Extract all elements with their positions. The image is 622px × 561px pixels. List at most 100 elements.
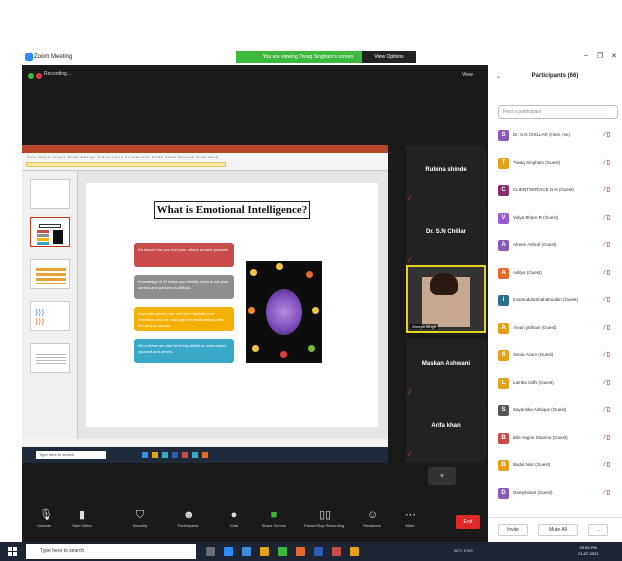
mic-muted-icon[interactable]: ⁄ ▯ <box>604 269 610 276</box>
participant-row[interactable]: S Sania Azam (Guest) ⁄ ▯ <box>498 349 622 363</box>
invite-button[interactable]: Invite <box>498 524 528 536</box>
slide-thumbnail[interactable] <box>30 217 70 247</box>
powerpoint-icon[interactable] <box>332 547 341 556</box>
mic-muted-icon[interactable]: ⁄ ▯ <box>604 241 610 248</box>
system-tray[interactable]: 28°C ENG <box>454 548 473 553</box>
slide-title: What is Emotional Intelligence? <box>154 201 310 219</box>
app-icon[interactable] <box>278 547 287 556</box>
participant-row[interactable]: S Dr. S.N CHILLAR (Host, me) ⁄ ▯ <box>498 129 622 143</box>
participant-row[interactable]: A Afreen Ashraf (Guest) ⁄ ▯ <box>498 239 622 253</box>
chat-button[interactable]: ● Chat <box>214 503 254 529</box>
view-button[interactable]: View <box>462 72 473 78</box>
edge-icon[interactable] <box>242 547 251 556</box>
taskbar-clock[interactable]: 03:54 PM 21-07-2021 <box>578 545 598 557</box>
people-icon: ☻ <box>183 509 195 521</box>
mic-muted-icon[interactable]: ⁄ ▯ <box>604 159 610 166</box>
ppt-notification-bar <box>26 162 226 167</box>
mic-muted-icon[interactable]: ⁄ ▯ <box>604 186 610 193</box>
ppt-ribbon: File Home Insert Draw Design Transitions… <box>22 153 388 171</box>
ppt-titlebar <box>22 145 388 153</box>
more-icon: ⋯ <box>405 509 416 521</box>
shield-icon: ⛉ <box>135 509 145 521</box>
mic-muted-icon[interactable]: ⁄ ▯ <box>604 131 610 138</box>
reactions-button[interactable]: ☺ Reactions <box>352 503 392 529</box>
participant-row[interactable]: B Badal Nair (Guest) ⁄ ▯ <box>498 459 622 473</box>
participant-name: Lamba nidhi (Guest) <box>513 379 554 385</box>
participant-name: Aman jaithani (Guest) <box>513 324 557 330</box>
word-icon[interactable] <box>314 547 323 556</box>
video-tile[interactable]: Maskan Ashwani ⁄ <box>406 339 486 401</box>
panel-header: ⌄ Participants (66) <box>488 65 622 87</box>
recording-button[interactable]: ▯▯ Pause/Stop Recording <box>304 503 344 529</box>
start-video-button[interactable]: ▮ Start Video <box>62 503 102 529</box>
share-icon: ■ <box>270 509 278 521</box>
participants-button[interactable]: ☻ Participants <box>168 503 208 529</box>
slide-thumbnail[interactable] <box>30 343 70 373</box>
avatar: B <box>498 460 509 471</box>
minimize-button[interactable]: – <box>580 52 592 59</box>
video-tile-active[interactable]: Shreya Singh <box>406 265 486 333</box>
app-icon[interactable] <box>296 547 305 556</box>
mic-muted-icon[interactable]: ⁄ ▯ <box>604 379 610 386</box>
mic-muted-icon[interactable]: ⁄ ▯ <box>604 461 610 468</box>
chat-icon: ● <box>230 509 238 521</box>
video-tile[interactable]: Dr. S.N Chillar ⁄ <box>406 207 486 269</box>
participant-row[interactable]: A Aditya (Guest) ⁄ ▯ <box>498 267 622 281</box>
slide-thumbnail[interactable]: ⟩⟩⟩ ⟩⟩⟩ <box>30 301 70 331</box>
avatar: A <box>498 267 509 279</box>
recording-status[interactable]: Recording... <box>44 71 71 77</box>
mic-muted-icon[interactable]: ⁄ ▯ <box>604 214 610 221</box>
share-screen-button[interactable]: ■ Share Screen <box>254 503 294 529</box>
participant-row[interactable]: A Aman jaithani (Guest) ⁄ ▯ <box>498 322 622 336</box>
windows-start-icon[interactable] <box>8 547 17 556</box>
current-slide: What is Emotional Intelligence? It's abo… <box>86 183 378 427</box>
mic-muted-icon[interactable]: ⁄ ▯ <box>604 324 610 331</box>
mic-muted-icon[interactable]: ⁄ ▯ <box>604 351 610 358</box>
slide-thumbnail[interactable] <box>30 179 70 209</box>
mute-all-button[interactable]: Mute All <box>538 524 578 536</box>
avatar: A <box>498 240 509 251</box>
task-view-icon[interactable] <box>206 547 215 556</box>
more-options-button[interactable]: ... <box>588 524 608 536</box>
end-meeting-button[interactable]: End <box>456 515 480 529</box>
participant-row[interactable]: L Lamba nidhi (Guest) ⁄ ▯ <box>498 377 622 391</box>
participant-row[interactable]: C CLIENTSERVICE N N (Guest) ⁄ ▯ <box>498 184 622 198</box>
participant-row[interactable]: B Bibi Yagna Sharma (Guest) ⁄ ▯ <box>498 432 622 446</box>
participant-row[interactable]: D Damphearti (Guest) ⁄ ▯ <box>498 487 622 501</box>
window-title: Zoom Meeting <box>34 54 73 60</box>
slide-box: All of these are part of being skillful … <box>134 339 234 363</box>
avatar: S <box>498 350 509 361</box>
collapse-icon[interactable]: ⌄ <box>496 73 501 80</box>
more-button[interactable]: ⋯ More <box>390 503 430 529</box>
file-explorer-icon[interactable] <box>260 547 269 556</box>
mic-muted-icon[interactable]: ⁄ ▯ <box>604 434 610 441</box>
unmute-button[interactable]: 🎙 Unmute <box>24 503 64 529</box>
participant-name: Dr. S.N CHILLAR (Host, me) <box>513 132 571 137</box>
mic-muted-icon[interactable]: ⁄ ▯ <box>604 296 610 303</box>
zoom-app-icon[interactable] <box>224 547 233 556</box>
participant-row[interactable]: T Tiwaq Singham (Guest) ⁄ ▯ <box>498 157 622 171</box>
mic-muted-icon[interactable]: ⁄ ▯ <box>604 406 610 413</box>
chevron-down-icon[interactable]: ▾ <box>428 467 456 485</box>
security-button[interactable]: ⛉ Security <box>120 503 160 529</box>
slide-thumbnail[interactable] <box>30 259 70 289</box>
record-dot-icon <box>36 73 42 79</box>
mic-muted-icon[interactable]: ⁄ ▯ <box>604 489 610 496</box>
participant-name: Arifa khan <box>431 423 461 429</box>
video-tile[interactable]: Rubina shinde ⁄ <box>406 145 486 207</box>
taskbar-search-input[interactable]: Type here to search <box>26 544 196 559</box>
windows-taskbar: Type here to search 28°C ENG 03:54 PM 21… <box>0 542 622 561</box>
participant-search-input[interactable]: Find a participant <box>498 105 618 119</box>
video-tile[interactable]: Arifa khan ⁄ <box>406 401 486 463</box>
panel-footer: Invite Mute All ... <box>488 517 622 542</box>
view-options-button[interactable]: View Options <box>362 51 416 63</box>
participant-name: Shreya Singh <box>410 324 439 329</box>
participant-name: Damphearti (Guest) <box>513 489 553 495</box>
shield-icon[interactable] <box>28 73 34 79</box>
close-button[interactable]: ✕ <box>608 52 620 60</box>
participant-row[interactable]: S Sayantika Ashique (Guest) ⁄ ▯ <box>498 404 622 418</box>
chrome-icon[interactable] <box>350 547 359 556</box>
participant-row[interactable]: V Vidya Bhare R (Guest) ⁄ ▯ <box>498 212 622 226</box>
participant-row[interactable]: i ImamuddinShahabuddin (Guest) ⁄ ▯ <box>498 294 622 308</box>
maximize-button[interactable]: ❐ <box>594 52 606 60</box>
